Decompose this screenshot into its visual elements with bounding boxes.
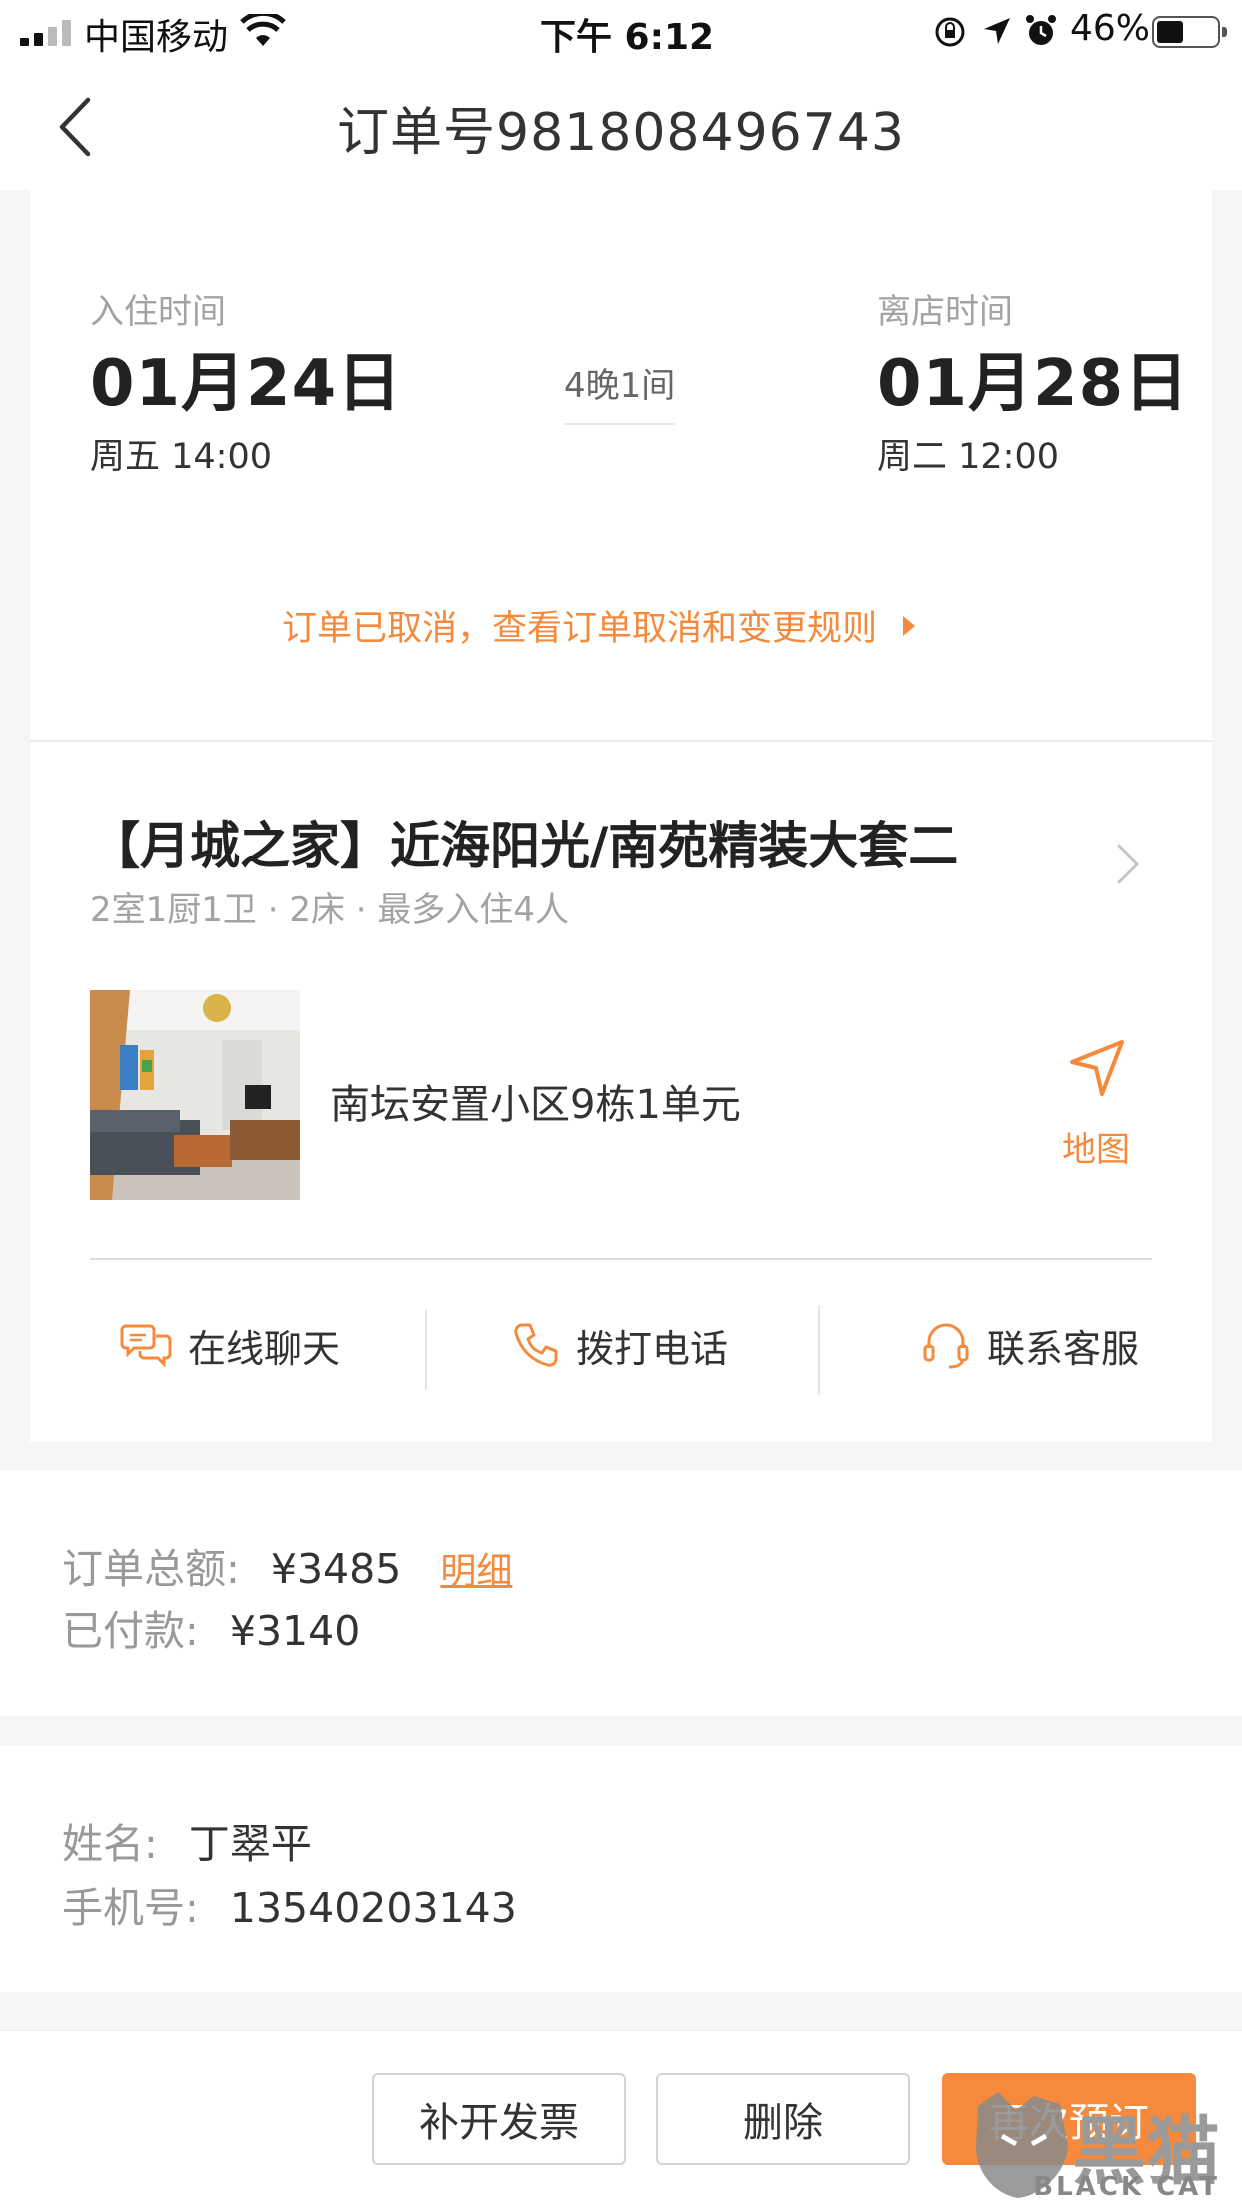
- battery-percent: 46%: [1070, 8, 1151, 49]
- guest-phone-row: 手机号: 13540203143: [62, 1874, 517, 1934]
- card-divider: [90, 1258, 1152, 1260]
- house-photo[interactable]: [90, 990, 300, 1200]
- cancel-rules-link[interactable]: 订单已取消，查看订单取消和变更规则: [282, 600, 917, 651]
- watermark-en: BLACK CAT: [1033, 2172, 1220, 2202]
- invoice-button[interactable]: 补开发票: [372, 2073, 626, 2165]
- card-divider: [30, 740, 1212, 742]
- cancel-notice-text: 订单已取消，查看订单取消和变更规则: [282, 609, 878, 649]
- delete-button[interactable]: 删除: [656, 2073, 910, 2165]
- online-chat-button[interactable]: 在线聊天: [60, 1295, 400, 1395]
- checkout-date: 01月28日: [877, 347, 1190, 421]
- total-key: 订单总额:: [62, 1545, 240, 1593]
- map-label: 地图: [1062, 1130, 1130, 1170]
- alarm-icon: [1026, 15, 1056, 45]
- nav-bar: 订单号981808496743: [0, 64, 1242, 190]
- name-value: 丁翠平: [188, 1820, 312, 1868]
- living-room-image: [90, 990, 300, 1200]
- rotation-lock-icon: [935, 17, 965, 47]
- action-separator: [425, 1310, 427, 1390]
- paid-key: 已付款:: [62, 1607, 199, 1655]
- phone-value: 13540203143: [229, 1884, 517, 1932]
- house-meta: 2室1厨1卫 · 2床 · 最多入住4人: [90, 890, 570, 930]
- house-title: 【月城之家】近海阳光/南苑精装大套二: [90, 817, 959, 875]
- call-label: 拨打电话: [575, 1326, 728, 1371]
- wifi-icon: [240, 14, 286, 46]
- guest-name-row: 姓名: 丁翠平: [62, 1810, 312, 1870]
- checkin-label: 入住时间: [90, 292, 226, 332]
- call-button[interactable]: 拨打电话: [450, 1295, 790, 1395]
- map-button[interactable]: 地图: [1050, 1030, 1150, 1172]
- status-time: 下午 6:12: [540, 17, 715, 58]
- chevron-right-icon: [1117, 844, 1140, 884]
- caret-right-icon: [903, 615, 916, 636]
- chat-label: 在线聊天: [187, 1326, 340, 1371]
- checkout-daytime: 周二 12:00: [877, 437, 1059, 477]
- service-label: 联系客服: [986, 1326, 1139, 1371]
- battery-icon: [1152, 16, 1227, 48]
- address-text: 南坛安置小区9栋1单元: [330, 1082, 741, 1128]
- nights-count: 4晚1间: [564, 358, 676, 425]
- checkin-daytime: 周五 14:00: [90, 437, 272, 477]
- detail-link[interactable]: 明细: [440, 1551, 512, 1592]
- headset-icon: [923, 1323, 969, 1369]
- carrier-label: 中国移动: [84, 17, 229, 58]
- paid-value: ¥3140: [229, 1607, 361, 1655]
- action-separator: [818, 1305, 820, 1395]
- navigation-icon: [1070, 1040, 1124, 1096]
- paid-amount-row: 已付款: ¥3140: [62, 1597, 360, 1657]
- phone-icon: [514, 1323, 558, 1367]
- signal-icon: [20, 20, 71, 46]
- total-value: ¥3485: [270, 1545, 402, 1593]
- status-bar: 中国移动 下午 6:12 46%: [0, 0, 1242, 64]
- total-amount-row: 订单总额: ¥3485 明细: [62, 1535, 512, 1595]
- page-title: 订单号981808496743: [336, 103, 905, 163]
- customer-service-button[interactable]: 联系客服: [860, 1295, 1200, 1395]
- checkin-date: 01月24日: [90, 347, 403, 421]
- checkout-label: 离店时间: [877, 292, 1013, 332]
- chat-bubble-icon: [120, 1324, 172, 1368]
- location-arrow-icon: [984, 18, 1010, 44]
- phone-key: 手机号:: [62, 1884, 199, 1932]
- name-key: 姓名:: [62, 1820, 158, 1868]
